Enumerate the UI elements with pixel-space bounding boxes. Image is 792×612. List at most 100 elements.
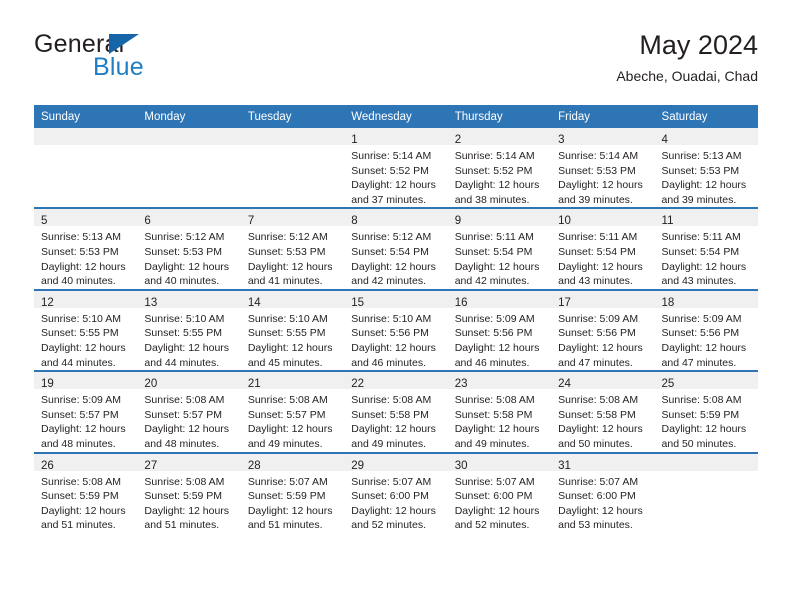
- calendar-day-cell[interactable]: 24 Sunrise: 5:08 AM Sunset: 5:58 PM Dayligh…: [551, 370, 655, 453]
- daylight-text-line1: Daylight: 12 hours: [454, 341, 540, 354]
- day-number-band: 26: [34, 453, 138, 472]
- logo-text-blue: Blue: [93, 53, 144, 81]
- calendar-day-cell[interactable]: 11 Sunrise: 5:11 AM Sunset: 5:54 PM Dayligh…: [654, 207, 758, 290]
- calendar-day-cell[interactable]: 10 Sunrise: 5:11 AM Sunset: 5:54 PM Dayligh…: [551, 207, 655, 290]
- day-number: 6: [144, 215, 151, 228]
- day-details: Sunrise: 5:07 AM Sunset: 6:00 PM Daylight:…: [551, 471, 654, 533]
- calendar-day-cell[interactable]: 17 Sunrise: 5:09 AM Sunset: 5:56 PM Dayligh…: [551, 288, 655, 372]
- daylight-text-line2: and 51 minutes.: [247, 519, 323, 532]
- daylight-text-line1: Daylight: 12 hours: [351, 179, 436, 192]
- sunrise-text: Sunrise: 5:08 AM: [454, 394, 535, 407]
- calendar-day-cell[interactable]: 6 Sunrise: 5:12 AM Sunset: 5:53 PM Daylight…: [137, 207, 241, 290]
- day-details: Sunrise: 5:09 AM Sunset: 5:56 PM Daylight:…: [551, 308, 654, 370]
- calendar-day-cell[interactable]: 9 Sunrise: 5:11 AM Sunset: 5:54 PM Daylight…: [447, 207, 552, 290]
- daylight-text-line2: and 43 minutes.: [661, 275, 737, 288]
- calendar-day-cell[interactable]: 14 Sunrise: 5:10 AM Sunset: 5:55 PM Dayligh…: [240, 288, 345, 372]
- calendar-day-cell[interactable]: 21 Sunrise: 5:08 AM Sunset: 5:57 PM Dayligh…: [240, 370, 345, 453]
- calendar-day-cell[interactable]: 7 Sunrise: 5:12 AM Sunset: 5:53 PM Daylight…: [240, 207, 345, 290]
- sunset-text: Sunset: 5:53 PM: [247, 245, 326, 258]
- sunrise-text: Sunrise: 5:07 AM: [247, 475, 328, 488]
- calendar-day-cell[interactable]: 26 Sunrise: 5:08 AM Sunset: 5:59 PM Dayligh…: [34, 451, 138, 533]
- sunset-text: Sunset: 5:59 PM: [144, 490, 223, 503]
- sunrise-text: Sunrise: 5:12 AM: [351, 231, 432, 244]
- sunrise-text: Sunrise: 5:14 AM: [558, 150, 639, 162]
- daylight-text-line2: and 47 minutes.: [558, 356, 633, 369]
- day-number-band: 1: [344, 128, 448, 146]
- day-details: Sunrise: 5:07 AM Sunset: 6:00 PM Daylight:…: [344, 471, 447, 533]
- sunrise-text: Sunrise: 5:07 AM: [454, 475, 535, 488]
- daylight-text-line2: and 52 minutes.: [351, 519, 426, 532]
- day-details: Sunrise: 5:12 AM Sunset: 5:53 PM Daylight:…: [241, 226, 344, 288]
- calendar-day-cell[interactable]: 20 Sunrise: 5:08 AM Sunset: 5:57 PM Dayligh…: [137, 370, 241, 453]
- sunset-text: Sunset: 5:57 PM: [41, 408, 119, 421]
- day-details: [34, 145, 137, 149]
- sunrise-text: Sunrise: 5:08 AM: [41, 475, 121, 488]
- day-number-band: 19: [34, 372, 138, 390]
- calendar-empty-cell: [654, 451, 758, 533]
- day-number: 24: [558, 378, 571, 391]
- day-number-band: 25: [654, 372, 758, 390]
- daylight-text-line1: Daylight: 12 hours: [661, 423, 747, 436]
- sunset-text: Sunset: 5:54 PM: [661, 245, 740, 258]
- weekday-header-saturday: Saturday: [654, 105, 758, 128]
- daylight-text-line1: Daylight: 12 hours: [558, 179, 643, 192]
- calendar-day-cell[interactable]: 3 Sunrise: 5:14 AM Sunset: 5:53 PM Daylight…: [551, 128, 655, 208]
- calendar-day-cell[interactable]: 18 Sunrise: 5:09 AM Sunset: 5:56 PM Dayligh…: [654, 288, 758, 372]
- day-number: 21: [247, 378, 261, 391]
- day-number-band: 22: [344, 372, 448, 390]
- sunset-text: Sunset: 5:53 PM: [558, 164, 636, 177]
- daylight-text-line2: and 46 minutes.: [454, 356, 530, 369]
- daylight-text-line1: Daylight: 12 hours: [558, 423, 643, 436]
- calendar-day-cell[interactable]: 15 Sunrise: 5:10 AM Sunset: 5:56 PM Dayligh…: [344, 288, 448, 372]
- day-details: Sunrise: 5:09 AM Sunset: 5:56 PM Daylight:…: [448, 308, 551, 370]
- calendar-day-cell[interactable]: 16 Sunrise: 5:09 AM Sunset: 5:56 PM Dayligh…: [447, 288, 552, 372]
- day-details: Sunrise: 5:08 AM Sunset: 5:57 PM Daylight:…: [241, 389, 344, 451]
- calendar-day-cell[interactable]: 19 Sunrise: 5:09 AM Sunset: 5:57 PM Dayligh…: [34, 370, 138, 453]
- daylight-text-line1: Daylight: 12 hours: [41, 423, 126, 436]
- calendar-day-cell[interactable]: 30 Sunrise: 5:07 AM Sunset: 6:00 PM Dayligh…: [447, 451, 552, 533]
- sunset-text: Sunset: 5:54 PM: [351, 245, 429, 258]
- sunset-text: Sunset: 6:00 PM: [351, 490, 429, 503]
- weekday-header-tuesday: Tuesday: [240, 105, 345, 128]
- day-number: 12: [41, 296, 54, 309]
- page-subtitle: Abeche, Ouadai, Chad: [616, 68, 758, 84]
- daylight-text-line1: Daylight: 12 hours: [351, 260, 436, 273]
- day-number: 13: [144, 296, 158, 309]
- calendar-day-cell[interactable]: 22 Sunrise: 5:08 AM Sunset: 5:58 PM Dayligh…: [344, 370, 448, 453]
- daylight-text-line1: Daylight: 12 hours: [454, 179, 540, 192]
- logo-triangle-icon: [109, 34, 139, 54]
- general-blue-logo[interactable]: General Blue: [34, 28, 264, 88]
- daylight-text-line2: and 42 minutes.: [351, 275, 426, 288]
- sunrise-text: Sunrise: 5:10 AM: [247, 312, 328, 325]
- day-number: 28: [247, 459, 261, 472]
- calendar-day-cell[interactable]: 25 Sunrise: 5:08 AM Sunset: 5:59 PM Dayligh…: [654, 370, 758, 453]
- day-number: 17: [558, 296, 571, 309]
- calendar-day-cell[interactable]: 13 Sunrise: 5:10 AM Sunset: 5:55 PM Dayligh…: [137, 288, 241, 372]
- calendar-day-cell[interactable]: 2 Sunrise: 5:14 AM Sunset: 5:52 PM Daylight…: [447, 128, 552, 208]
- day-details: [241, 145, 344, 149]
- day-number-band: 7: [240, 209, 345, 227]
- calendar-day-cell[interactable]: 27 Sunrise: 5:08 AM Sunset: 5:59 PM Dayligh…: [137, 451, 241, 533]
- daylight-text-line2: and 45 minutes.: [247, 356, 323, 369]
- sunrise-text: Sunrise: 5:09 AM: [41, 394, 121, 407]
- daylight-text-line1: Daylight: 12 hours: [247, 423, 333, 436]
- day-details: Sunrise: 5:08 AM Sunset: 5:58 PM Daylight:…: [448, 389, 551, 451]
- calendar-day-cell[interactable]: 31 Sunrise: 5:07 AM Sunset: 6:00 PM Dayligh…: [551, 451, 655, 533]
- calendar-day-cell[interactable]: 29 Sunrise: 5:07 AM Sunset: 6:00 PM Dayligh…: [344, 451, 448, 533]
- daylight-text-line1: Daylight: 12 hours: [41, 504, 126, 517]
- day-number: 11: [661, 215, 674, 228]
- sunrise-text: Sunrise: 5:09 AM: [558, 312, 639, 325]
- calendar-day-cell[interactable]: 8 Sunrise: 5:12 AM Sunset: 5:54 PM Daylight…: [344, 207, 448, 290]
- calendar-day-cell[interactable]: 23 Sunrise: 5:08 AM Sunset: 5:58 PM Dayligh…: [447, 370, 552, 453]
- calendar-week-row: 5 Sunrise: 5:13 AM Sunset: 5:53 PM Daylight…: [34, 207, 758, 290]
- daylight-text-line1: Daylight: 12 hours: [454, 423, 540, 436]
- calendar-day-cell[interactable]: 12 Sunrise: 5:10 AM Sunset: 5:55 PM Dayligh…: [34, 288, 138, 372]
- calendar-day-cell[interactable]: 5 Sunrise: 5:13 AM Sunset: 5:53 PM Daylight…: [34, 207, 138, 290]
- day-number-band: 24: [551, 372, 655, 391]
- day-number: 27: [144, 459, 158, 472]
- weekday-header-friday: Friday: [551, 105, 655, 128]
- calendar-day-cell[interactable]: 4 Sunrise: 5:13 AM Sunset: 5:53 PM Daylight…: [654, 128, 758, 208]
- calendar-day-cell[interactable]: 28 Sunrise: 5:07 AM Sunset: 5:59 PM Dayligh…: [240, 451, 345, 533]
- calendar-day-cell[interactable]: 1 Sunrise: 5:14 AM Sunset: 5:52 PM Daylight…: [344, 128, 448, 208]
- day-number-band: 11: [654, 209, 758, 228]
